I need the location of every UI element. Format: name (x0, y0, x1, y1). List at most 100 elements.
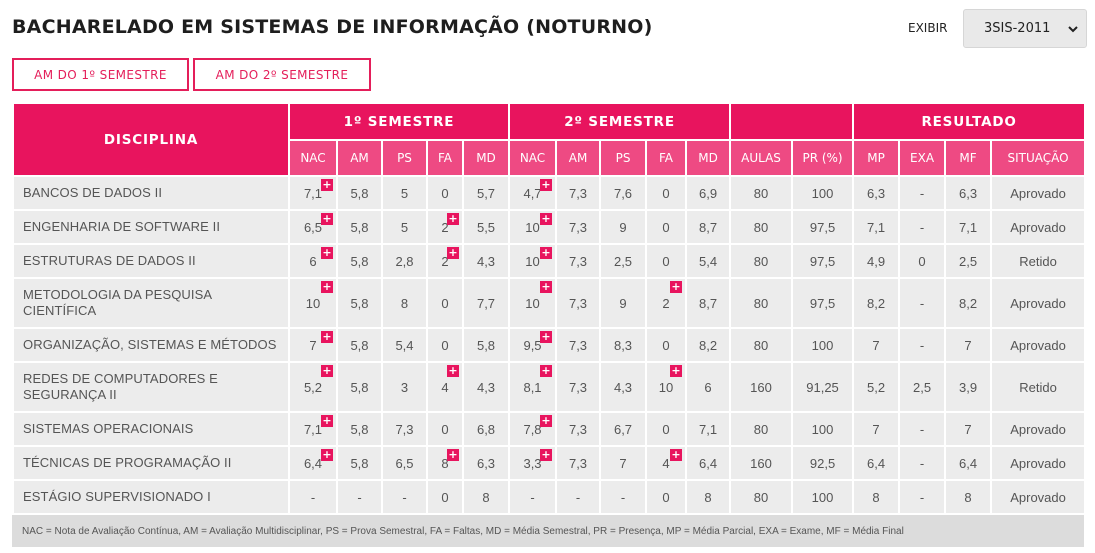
cell-value: 6,5 (395, 455, 414, 471)
expand-plus-icon[interactable]: + (447, 213, 459, 225)
expand-plus-icon[interactable]: + (447, 449, 459, 461)
grade-cell: 5,7 (461, 175, 511, 211)
expand-plus-icon[interactable]: + (321, 449, 333, 461)
grade-cell: 2 + (645, 277, 688, 329)
cell-value: 7,1 (866, 219, 886, 235)
grade-cell: 5,4 (685, 243, 732, 279)
expand-plus-icon[interactable]: + (540, 365, 553, 377)
expand-plus-icon[interactable]: + (321, 179, 333, 191)
cell-value: 7,3 (568, 421, 588, 437)
grade-cell: 97,5 (791, 243, 855, 279)
sem2-header: 2º SEMESTRE (508, 102, 732, 141)
cell-value: 8,2 (958, 295, 978, 311)
resultado-header: RESULTADO (852, 102, 1087, 141)
grade-cell: Aprovado (990, 479, 1087, 515)
expand-plus-icon[interactable]: + (670, 281, 683, 293)
cell-value: 4 (441, 379, 449, 395)
column-header: PS (381, 139, 428, 177)
grade-cell: 7 (944, 327, 993, 363)
cell-value: 5,8 (476, 337, 496, 353)
grade-cell: 8,7 (685, 277, 732, 329)
grade-cell: 7,3 (381, 411, 428, 447)
cell-value: 8,2 (698, 337, 718, 353)
cell-value: Retido (1019, 379, 1057, 395)
cell-value: - (620, 489, 626, 505)
grade-cell: 6 (685, 361, 732, 413)
expand-plus-icon[interactable]: + (447, 365, 459, 377)
expand-plus-icon[interactable]: + (670, 365, 683, 377)
cell-value: 2,5 (912, 379, 932, 395)
cell-value: 7,1 (958, 219, 978, 235)
discipline-name: ORGANIZAÇÃO, SISTEMAS E MÉTODOS (12, 327, 290, 363)
expand-plus-icon[interactable]: + (321, 365, 333, 377)
cell-value: 100 (811, 489, 834, 505)
grade-cell: 7,1 + (288, 175, 338, 211)
grade-cell: 80 (729, 277, 794, 329)
grade-cell: 100 (791, 175, 855, 211)
cell-value: - (357, 489, 362, 505)
discipline-name: TÉCNICAS DE PROGRAMAÇÃO II (12, 445, 290, 481)
expand-plus-icon[interactable]: + (321, 415, 333, 427)
expand-plus-icon[interactable]: + (670, 449, 683, 461)
grade-cell: 2,5 (944, 243, 993, 279)
grade-cell: 5 (381, 209, 428, 245)
cell-value: 97,5 (809, 295, 836, 311)
table-row: ESTRUTURAS DE DADOS II 6 +5,8 2,8 2 +4,3 10 +7,… (12, 243, 1087, 279)
expand-plus-icon[interactable]: + (540, 179, 553, 191)
cell-value: 5,7 (476, 185, 496, 201)
period-select[interactable]: 3SIS-2011 (963, 9, 1087, 48)
cell-value: 7,3 (568, 379, 588, 395)
expand-plus-icon[interactable]: + (447, 247, 459, 259)
expand-plus-icon[interactable]: + (540, 449, 553, 461)
grade-cell: 4,7 + (508, 175, 558, 211)
expand-plus-icon[interactable]: + (321, 331, 333, 343)
cell-value: 97,5 (809, 253, 836, 269)
grade-cell: 5,5 (461, 209, 511, 245)
cell-value: 7 (872, 421, 880, 437)
expand-plus-icon[interactable]: + (540, 281, 553, 293)
grade-cell: 7,1 (944, 209, 993, 245)
grade-cell: 0 (645, 327, 688, 363)
cell-value: 5,8 (350, 337, 369, 353)
discipline-name: ESTRUTURAS DE DADOS II (12, 243, 290, 279)
expand-plus-icon[interactable]: + (540, 415, 553, 427)
discipline-name: ESTÁGIO SUPERVISIONADO I (12, 479, 290, 515)
grade-cell: 6,8 (461, 411, 511, 447)
grade-cell: 6,5 (381, 445, 428, 481)
grade-cell: - (898, 411, 947, 447)
cell-value: 8 (872, 489, 880, 505)
grades-table: DISCIPLINA 1º SEMESTRE 2º SEMESTRE RESUL… (12, 102, 1087, 515)
grade-cell: 6,4 (944, 445, 993, 481)
expand-plus-icon[interactable]: + (540, 331, 553, 343)
discipline-name: ENGENHARIA DE SOFTWARE II (12, 209, 290, 245)
am-2nd-semester-button[interactable]: AM DO 2º SEMESTRE (193, 58, 371, 91)
cell-value: 7 (309, 337, 317, 353)
am-1st-semester-button[interactable]: AM DO 1º SEMESTRE (12, 58, 189, 91)
cell-value: 80 (753, 295, 769, 311)
grade-cell: 80 (729, 175, 794, 211)
cell-value: 0 (441, 489, 449, 505)
grade-cell: 7,1 (852, 209, 901, 245)
cell-value: 80 (753, 253, 769, 269)
cell-value: 10 (525, 219, 540, 235)
grade-cell: 10 + (645, 361, 688, 413)
cell-value: - (575, 489, 581, 505)
grade-cell: 5,8 (336, 277, 383, 329)
expand-plus-icon[interactable]: + (321, 247, 333, 259)
grade-cell: 7 (852, 411, 901, 447)
expand-plus-icon[interactable]: + (321, 281, 333, 293)
expand-plus-icon[interactable]: + (540, 247, 553, 259)
cell-value: 7,1 (303, 421, 323, 437)
cell-value: Aprovado (1010, 185, 1066, 201)
grade-cell: 7 (944, 411, 993, 447)
grade-cell: 8,3 (599, 327, 648, 363)
cell-value: 80 (753, 185, 769, 201)
cell-value: - (919, 295, 925, 311)
expand-plus-icon[interactable]: + (321, 213, 333, 225)
column-header: AM (555, 139, 602, 177)
cell-value: 7,3 (568, 219, 588, 235)
column-header: MF (944, 139, 993, 177)
expand-plus-icon[interactable]: + (540, 213, 553, 225)
grade-cell: 97,5 (791, 209, 855, 245)
grade-cell: - (898, 277, 947, 329)
